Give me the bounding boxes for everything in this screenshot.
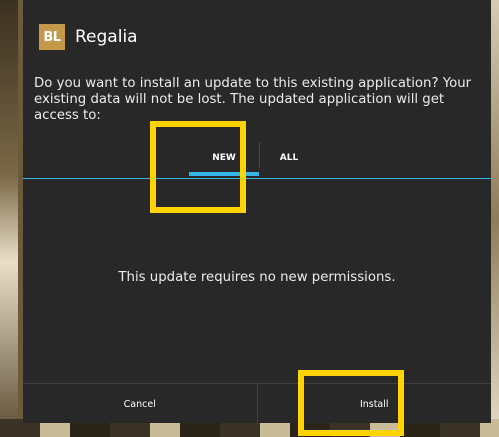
tabs-underline [23, 178, 491, 179]
permissions-text: This update requires no new permissions. [118, 270, 396, 285]
install-update-dialog: BL Regalia Do you want to install an upd… [23, 0, 491, 424]
highlight-box-tabs [150, 121, 246, 213]
tab-all[interactable]: ALL [259, 138, 319, 178]
tab-all-label: ALL [279, 153, 299, 163]
cancel-button[interactable]: Cancel [23, 384, 257, 424]
highlight-box-install [298, 370, 404, 436]
dialog-button-bar: Cancel Install [23, 383, 491, 424]
install-message: Do you want to install an update to this… [34, 76, 472, 123]
app-name: Regalia [75, 27, 138, 47]
permission-tabs: NEW ALL [23, 138, 491, 180]
background-left-edge [0, 0, 18, 437]
dialog-title-bar: BL Regalia [23, 0, 491, 74]
app-icon: BL [39, 24, 65, 50]
